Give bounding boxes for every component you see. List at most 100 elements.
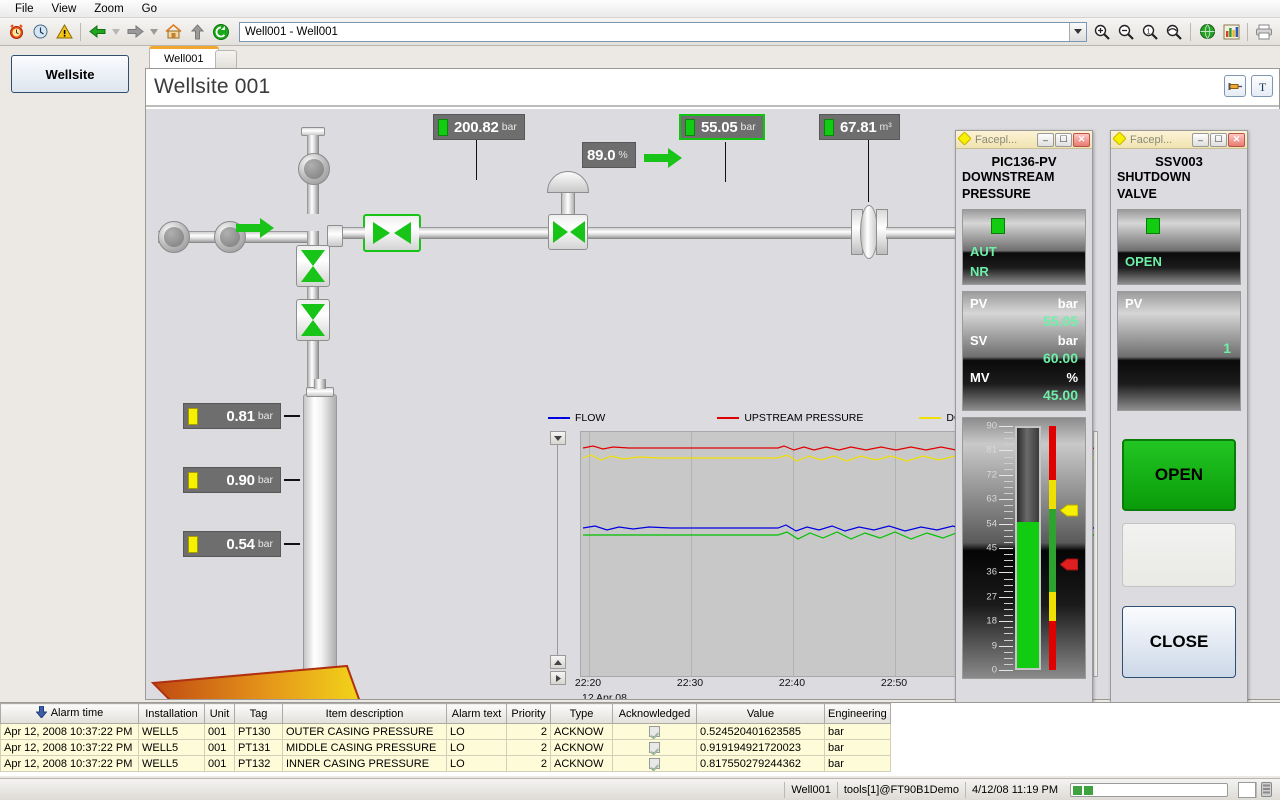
alarm-table[interactable]: Alarm time Installation Unit Tag Item de…: [0, 702, 1280, 776]
menu-item-file[interactable]: File: [6, 2, 43, 16]
cell-acknowledged[interactable]: [612, 723, 697, 740]
trend-scroll-up-button[interactable]: [550, 655, 566, 669]
close-button[interactable]: ✕: [1228, 132, 1245, 147]
new-tab-button[interactable]: [215, 50, 237, 68]
history-clock-icon[interactable]: [29, 21, 51, 43]
faceplate-pic136-title: Facepl...: [975, 133, 1018, 146]
cell-alarm-text: LO: [446, 739, 507, 756]
alarm-clock-icon[interactable]: [5, 21, 27, 43]
trend-expand-button[interactable]: [550, 671, 566, 685]
wellsite-button[interactable]: Wellsite: [11, 55, 129, 93]
column-header-type[interactable]: Type: [550, 703, 613, 724]
faceplate-pic136-gauge[interactable]: 0 9 18 27 36 45 54 63 72 81 90: [962, 417, 1086, 679]
faceplate-pic136[interactable]: Facepl... – ☐ ✕ PIC136-PV DOWNSTREAM PRE…: [955, 130, 1093, 756]
zoom-fit-icon[interactable]: [1163, 21, 1185, 43]
upstream-pressure-unit: bar: [501, 121, 517, 133]
back-dropdown-icon[interactable]: [110, 21, 122, 43]
tab-well001[interactable]: Well001: [149, 46, 219, 68]
menu-item-go[interactable]: Go: [133, 2, 166, 16]
acknowledged-checkbox[interactable]: [649, 726, 660, 738]
cell-acknowledged[interactable]: [612, 755, 697, 772]
status-indicator-box[interactable]: [1238, 781, 1256, 798]
maximize-button[interactable]: ☐: [1055, 132, 1072, 147]
zoom-out-icon[interactable]: [1115, 21, 1137, 43]
zoom-in-icon[interactable]: [1091, 21, 1113, 43]
column-header-value[interactable]: Value: [696, 703, 825, 724]
chart-icon[interactable]: [1220, 21, 1242, 43]
upstream-pressure-tag[interactable]: 200.82 bar: [433, 114, 525, 140]
pin-icon[interactable]: [1224, 75, 1246, 97]
trend-date-label: 12 Apr 08: [582, 692, 627, 699]
forward-arrow-icon[interactable]: [124, 21, 146, 43]
faceplate-ssv003[interactable]: Facepl... – ☐ ✕ SSV003 SHUTDOWN VALVE OP…: [1110, 130, 1248, 756]
acknowledged-checkbox[interactable]: [649, 742, 660, 754]
valve-position-tag[interactable]: 89.0 %: [582, 142, 636, 168]
menu-item-view[interactable]: View: [43, 2, 86, 16]
inner-casing-pressure-tag[interactable]: 0.54 bar: [183, 531, 281, 557]
address-bar[interactable]: Well001 - Well001: [239, 21, 1087, 42]
shutdown-valve-ssv003[interactable]: [363, 214, 421, 252]
menu-item-zoom[interactable]: Zoom: [85, 2, 132, 16]
faceplate-pic136-mode-box[interactable]: AUT NR: [962, 209, 1086, 285]
legend-item-flow[interactable]: FLOW: [548, 412, 605, 424]
gauge-tick-label: 36: [986, 566, 997, 578]
downstream-pressure-tag[interactable]: 55.05 bar: [679, 114, 765, 140]
globe-icon[interactable]: [1196, 21, 1218, 43]
column-header-item-description[interactable]: Item description: [282, 703, 447, 724]
column-header-unit[interactable]: Unit: [204, 703, 235, 724]
cell-type: ACKNOW: [550, 739, 613, 756]
faceplate-pic136-values-box[interactable]: PV bar 55.05 SV bar 60.00 MV % 45.00: [962, 291, 1086, 411]
outer-casing-pressure-led: [188, 407, 198, 425]
minimize-button[interactable]: –: [1037, 132, 1054, 147]
blank-button[interactable]: [1122, 523, 1236, 587]
trend-left-axis-line: [557, 445, 558, 655]
up-icon[interactable]: [186, 21, 208, 43]
status-server-icon[interactable]: [1256, 781, 1276, 798]
column-header-priority[interactable]: Priority: [506, 703, 551, 724]
tree-top-pipe: [307, 135, 319, 149]
wing-valve-handwheel-1[interactable]: [158, 221, 190, 253]
zoom-100-icon[interactable]: 1: [1139, 21, 1161, 43]
trend-scroll-down-button[interactable]: [550, 431, 566, 445]
maximize-button[interactable]: ☐: [1210, 132, 1227, 147]
acknowledged-checkbox[interactable]: [649, 758, 660, 770]
outer-casing-pressure-tag[interactable]: 0.81 bar: [183, 403, 281, 429]
legend-swatch-downstream-pressure: [919, 417, 942, 419]
refresh-icon[interactable]: [210, 21, 232, 43]
table-row[interactable]: Apr 12, 2008 10:37:22 PM WELL5 001 PT130…: [0, 723, 891, 740]
casing-string: [303, 394, 337, 684]
tree-gate-valve-2-symbol: [299, 302, 327, 341]
text-icon[interactable]: T: [1251, 75, 1273, 97]
flow-totalizer-tag[interactable]: 67.81 m³: [819, 114, 900, 140]
minimize-button[interactable]: –: [1192, 132, 1209, 147]
control-valve-pic136[interactable]: [548, 214, 588, 250]
column-header-alarm-text[interactable]: Alarm text: [446, 703, 507, 724]
table-row[interactable]: Apr 12, 2008 10:37:22 PM WELL5 001 PT132…: [0, 755, 891, 772]
column-header-alarm-time[interactable]: Alarm time: [0, 703, 139, 724]
table-row[interactable]: Apr 12, 2008 10:37:22 PM WELL5 001 PT131…: [0, 739, 891, 756]
open-valve-button[interactable]: OPEN: [1122, 439, 1236, 511]
gauge-setpoint-pointer: [1059, 504, 1079, 520]
forward-dropdown-icon[interactable]: [148, 21, 160, 43]
column-header-acknowledged[interactable]: Acknowledged: [612, 703, 697, 724]
column-header-installation[interactable]: Installation: [138, 703, 205, 724]
back-arrow-icon[interactable]: [86, 21, 108, 43]
middle-casing-pressure-tag[interactable]: 0.90 bar: [183, 467, 281, 493]
faceplate-ssv003-titlebar[interactable]: Facepl... – ☐ ✕: [1111, 130, 1247, 149]
home-icon[interactable]: [162, 21, 184, 43]
address-dropdown-icon[interactable]: [1069, 22, 1086, 41]
column-header-engineering[interactable]: Engineering: [824, 703, 891, 724]
legend-swatch-upstream-pressure: [717, 417, 740, 419]
close-button[interactable]: ✕: [1073, 132, 1090, 147]
warning-icon[interactable]: [53, 21, 75, 43]
master-valve-handwheel[interactable]: [298, 153, 330, 185]
faceplate-pic136-desc-line2: PRESSURE: [962, 187, 1031, 201]
column-header-tag[interactable]: Tag: [234, 703, 283, 724]
cell-acknowledged[interactable]: [612, 739, 697, 756]
print-icon[interactable]: [1253, 21, 1275, 43]
close-valve-button[interactable]: CLOSE: [1122, 606, 1236, 678]
faceplate-pic136-titlebar[interactable]: Facepl... – ☐ ✕: [956, 130, 1092, 149]
faceplate-ssv003-state-box[interactable]: OPEN: [1117, 209, 1241, 285]
faceplate-ssv003-pv-box[interactable]: PV 1: [1117, 291, 1241, 411]
legend-item-upstream-pressure[interactable]: UPSTREAM PRESSURE: [717, 412, 863, 424]
